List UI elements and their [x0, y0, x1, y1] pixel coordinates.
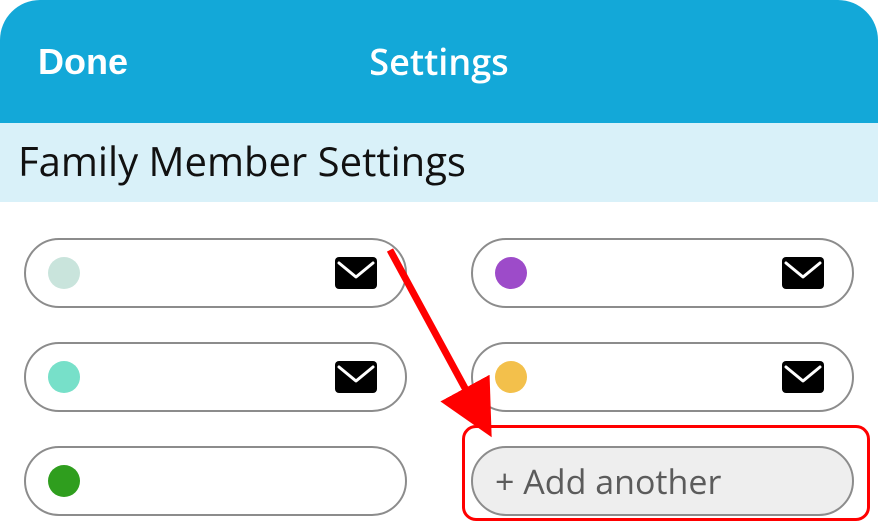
member-item[interactable] — [24, 238, 407, 308]
members-grid: + Add another — [0, 202, 878, 516]
member-item[interactable] — [24, 446, 407, 516]
header-bar: Done Settings — [0, 0, 878, 123]
member-color-dot — [495, 257, 527, 289]
app-screen: Done Settings Family Member Settings — [0, 0, 878, 532]
envelope-icon — [335, 361, 377, 393]
member-color-dot — [48, 465, 80, 497]
envelope-icon — [782, 361, 824, 393]
member-item[interactable] — [24, 342, 407, 412]
member-item[interactable] — [471, 238, 854, 308]
member-color-dot — [495, 361, 527, 393]
envelope-icon — [335, 257, 377, 289]
section-header: Family Member Settings — [0, 123, 878, 202]
done-button[interactable]: Done — [38, 41, 128, 83]
member-color-dot — [48, 361, 80, 393]
member-color-dot — [48, 257, 80, 289]
member-item[interactable] — [471, 342, 854, 412]
section-title: Family Member Settings — [18, 133, 860, 188]
add-another-button[interactable]: + Add another — [471, 446, 854, 516]
add-another-label: + Add another — [495, 458, 721, 504]
header-title: Settings — [369, 37, 508, 86]
envelope-icon — [782, 257, 824, 289]
